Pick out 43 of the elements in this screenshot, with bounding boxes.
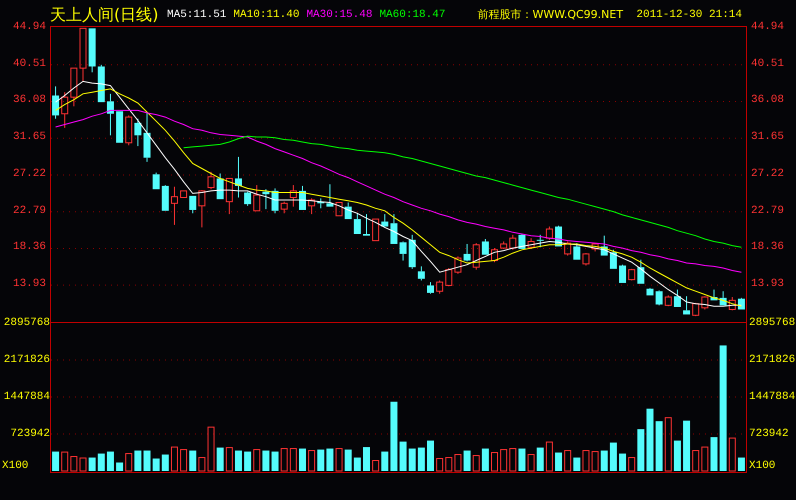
axis-label: 36.08 — [751, 95, 784, 106]
unit-label: X100 — [749, 461, 776, 472]
indicator-label: MA5:11.51 — [167, 8, 226, 22]
axis-label: 1447884 — [749, 392, 796, 403]
axis-label: 31.65 — [751, 132, 784, 144]
axis-label: 22.79 — [12, 206, 46, 217]
axis-label: 27.22 — [12, 168, 46, 180]
candlestick — [106, 93, 114, 136]
axis-label: 22.79 — [751, 206, 784, 217]
candlestick — [400, 240, 407, 262]
axis-label: 27.22 — [751, 168, 784, 180]
axis-label: 18.36 — [12, 242, 46, 254]
axis-label: 13.93 — [751, 279, 784, 290]
indicator-label: MA60:18.47 — [379, 8, 446, 22]
indicator-label: MA10:11.40 — [233, 8, 300, 22]
candlestick — [144, 112, 151, 162]
axis-label: 40.51 — [751, 58, 784, 70]
candlestick — [52, 86, 60, 120]
axis-label: 723942 — [10, 429, 50, 440]
candlestick — [290, 184, 297, 208]
axis-label: 2895768 — [749, 318, 796, 329]
candlestick — [272, 188, 279, 214]
axis-label: 40.51 — [12, 58, 46, 70]
axis-label: 13.93 — [12, 279, 46, 290]
axis-label: 2171826 — [749, 355, 796, 366]
axis-label: 44.94 — [751, 22, 784, 33]
unit-label: X100 — [2, 461, 28, 472]
candlestick — [244, 191, 252, 206]
axis-label: 44.94 — [12, 22, 46, 33]
axis-label: 36.08 — [12, 95, 46, 106]
source-label: 前程股市：WWW.QC99.NET — [477, 6, 624, 22]
axis-label: 31.65 — [12, 132, 46, 144]
candlestick — [170, 186, 178, 226]
axis-label: 18.36 — [751, 242, 784, 254]
axis-label: 2895768 — [4, 318, 50, 329]
indicator-label: MA30:15.48 — [306, 8, 372, 22]
axis-label: 1447884 — [4, 392, 50, 403]
datetime-label: 2011-12-30 21:14 — [636, 8, 742, 22]
candlestick — [464, 243, 471, 262]
axis-label: 723942 — [749, 429, 789, 440]
candlestick — [408, 234, 416, 270]
chart-title: 天上人间(日线) — [50, 7, 160, 23]
axis-label: 2171826 — [4, 355, 50, 366]
